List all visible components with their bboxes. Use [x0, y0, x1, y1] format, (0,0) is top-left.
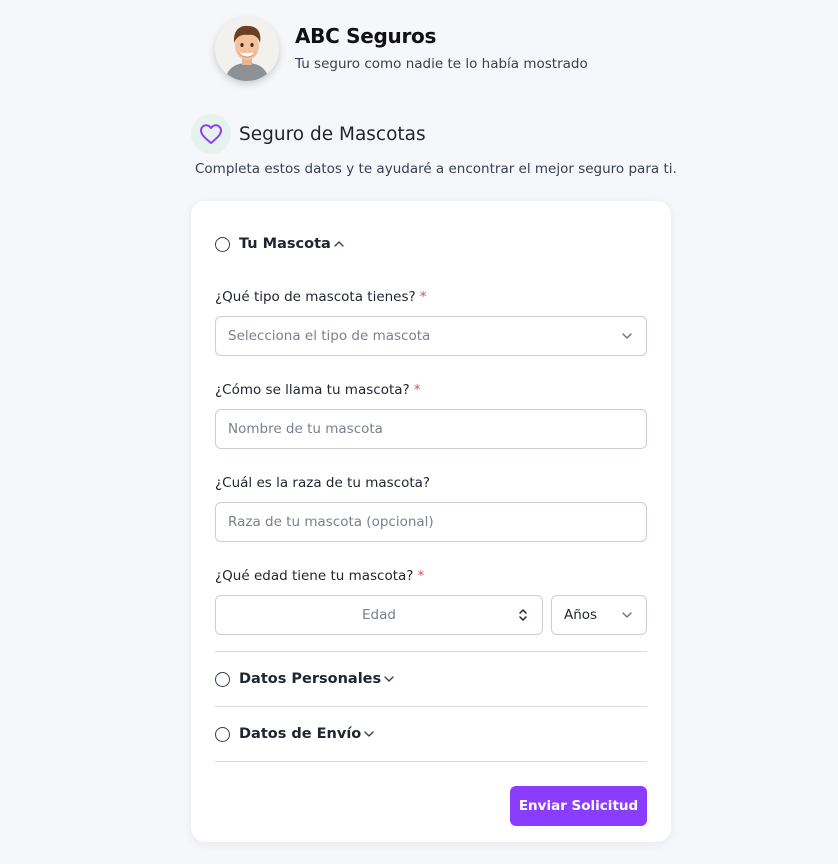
- chevron-down-icon: [622, 333, 632, 339]
- step-status-circle-icon: [215, 671, 230, 687]
- heart-badge: [191, 114, 231, 154]
- step-label: Datos Personales: [239, 671, 382, 687]
- pet-name-input[interactable]: [215, 409, 647, 449]
- brand-tagline: Tu seguro como nadie te lo había mostrad…: [295, 56, 588, 72]
- chevron-down-icon: [383, 673, 395, 685]
- step-tu-mascota[interactable]: Tu Mascota: [215, 236, 345, 252]
- pet-breed-input[interactable]: [215, 502, 647, 542]
- pet-type-select[interactable]: Selecciona el tipo de mascota: [215, 316, 647, 356]
- chevron-down-icon: [622, 612, 632, 618]
- divider: [215, 706, 647, 707]
- required-mark: *: [417, 568, 425, 584]
- pet-age-input[interactable]: [215, 595, 543, 635]
- pet-breed-label-text: ¿Cuál es la raza de tu mascota?: [215, 475, 431, 491]
- number-spinner-icon[interactable]: [516, 606, 530, 624]
- required-mark: *: [419, 289, 427, 305]
- pet-type-label: ¿Qué tipo de mascota tienes? *: [215, 289, 426, 305]
- divider: [215, 651, 647, 652]
- page-title: Seguro de Mascotas: [239, 123, 426, 145]
- avatar: [215, 17, 279, 81]
- pet-name-label: ¿Cómo se llama tu mascota? *: [215, 382, 420, 398]
- step-label: Datos de Envío: [239, 726, 362, 742]
- step-status-circle-icon: [215, 236, 230, 252]
- step-datos-personales[interactable]: Datos Personales: [215, 671, 395, 687]
- chevron-down-icon: [363, 728, 375, 740]
- brand-name: ABC Seguros: [295, 24, 437, 48]
- pet-name-label-text: ¿Cómo se llama tu mascota?: [215, 382, 410, 398]
- cartoon-man-avatar-icon: [215, 17, 279, 81]
- age-unit-selected: Años: [564, 607, 598, 623]
- chevron-up-icon: [333, 238, 345, 250]
- age-unit-select[interactable]: Años: [551, 595, 647, 635]
- section-heading: Seguro de Mascotas: [191, 114, 426, 154]
- heart-icon: [200, 124, 222, 144]
- step-status-circle-icon: [215, 726, 230, 742]
- pet-breed-label: ¿Cuál es la raza de tu mascota?: [215, 475, 430, 491]
- pet-type-select-placeholder: Selecciona el tipo de mascota: [228, 328, 431, 344]
- form-card: Tu Mascota ¿Qué tipo de mascota tienes? *…: [191, 201, 671, 842]
- page-subtitle: Completa estos datos y te ayudaré a enco…: [195, 161, 677, 177]
- step-label: Tu Mascota: [239, 236, 331, 252]
- pet-age-label: ¿Qué edad tiene tu mascota? *: [215, 568, 424, 584]
- step-datos-envio[interactable]: Datos de Envío: [215, 726, 375, 742]
- divider: [215, 761, 647, 762]
- brand-header: ABC Seguros Tu seguro como nadie te lo h…: [215, 17, 588, 81]
- pet-age-label-text: ¿Qué edad tiene tu mascota?: [215, 568, 414, 584]
- required-mark: *: [413, 382, 421, 398]
- submit-button[interactable]: Enviar Solicitud: [510, 786, 647, 826]
- pet-type-label-text: ¿Qué tipo de mascota tienes?: [215, 289, 416, 305]
